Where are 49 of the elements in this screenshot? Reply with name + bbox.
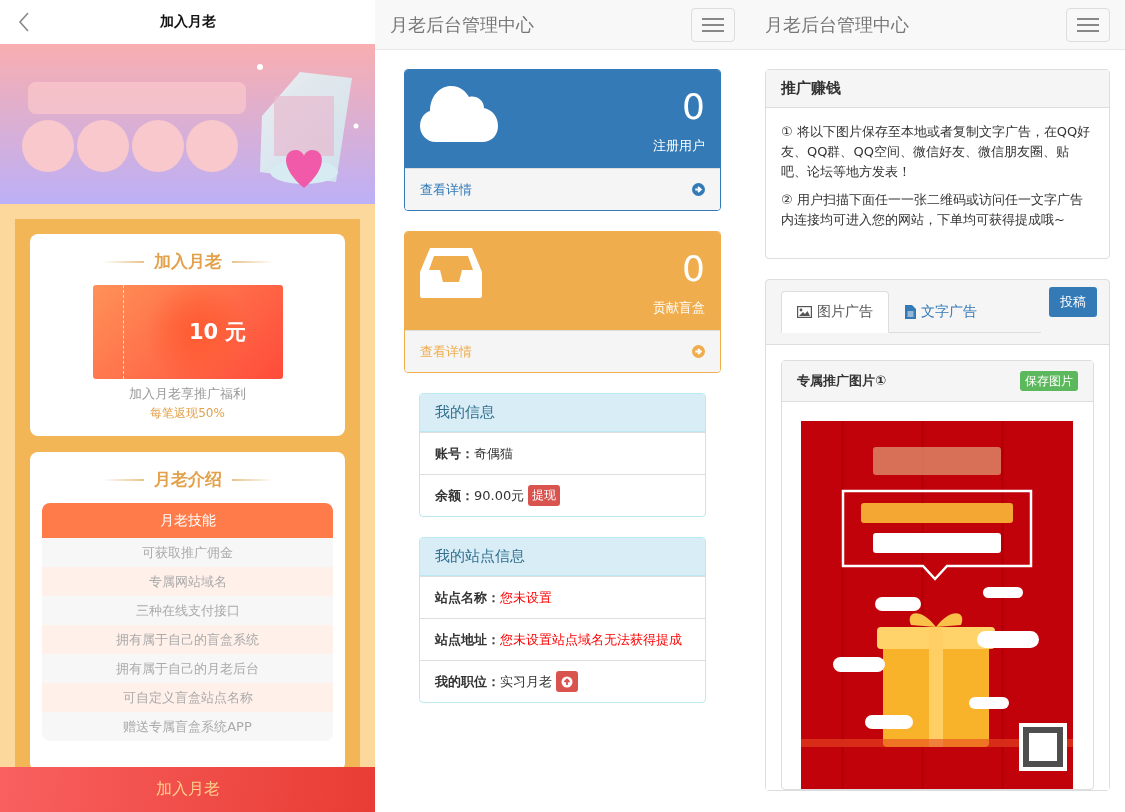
panel-title: 推广赚钱: [766, 70, 1109, 108]
table-row: 可获取推广佣金: [42, 538, 333, 567]
stat-label: 注册用户: [653, 137, 705, 155]
info-text: 站点名称：您未设置: [435, 589, 552, 607]
stat-label: 贡献盲盒: [653, 299, 705, 317]
table-row: 三种在线支付接口: [42, 596, 333, 625]
table-row: 拥有属于自己的月老后台: [42, 654, 333, 683]
panel-title: 我的信息: [420, 394, 705, 432]
join-button[interactable]: 加入月老: [0, 767, 375, 812]
info-text: 站点地址：您未设置站点域名无法获得提成: [435, 631, 682, 649]
info-text: 我的职位：实习月老: [435, 673, 552, 691]
menu-button[interactable]: [691, 7, 735, 42]
table-row: 拥有属于自己的盲盒系统: [42, 625, 333, 654]
table-row: 可自定义盲盒站点名称: [42, 683, 333, 712]
card-title: 月老介绍: [101, 468, 274, 491]
brand-title[interactable]: 月老后台管理中心: [765, 12, 909, 37]
image-icon: [797, 306, 812, 318]
inbox-icon: [420, 248, 482, 298]
arrow-right-icon[interactable]: [692, 183, 705, 196]
save-image-button[interactable]: 保存图片: [1020, 371, 1078, 391]
tab[interactable]: 图片广告: [781, 291, 889, 333]
table-row: 赠送专属盲盒系统APP: [42, 712, 333, 741]
stat-value: 0: [681, 85, 705, 129]
arrow-right-icon[interactable]: [692, 345, 705, 358]
table-row: 专属网站域名: [42, 567, 333, 596]
arrow-up-icon: [561, 675, 573, 688]
withdraw-button[interactable]: 提现: [528, 485, 561, 506]
info-text: 余额：90.00元: [435, 487, 525, 505]
table-header: 月老技能: [42, 503, 333, 538]
instruction-text: ① 将以下图片保存至本地或者复制文字广告，在QQ好友、QQ群、QQ空间、微信好友、微信朋友圈、贴吧、论坛等地方发表！: [781, 123, 1092, 181]
coupon-ticket: 10 元: [92, 285, 283, 379]
menu-button[interactable]: [1066, 7, 1110, 42]
document-icon: [905, 305, 916, 319]
coupon-caption: 加入月老享推广福利: [129, 385, 246, 403]
card-title: 加入月老: [101, 250, 274, 273]
panel-title: 专属推广图片①: [797, 372, 886, 390]
page-title: 加入月老: [159, 13, 216, 31]
instruction-text: ② 用户扫描下面任一一张二维码或访问任一文字广告内连接均可进入您的网站，下单均可获得提成哦~: [781, 191, 1084, 229]
stat-value: 0: [681, 247, 705, 291]
info-text: 账号：奇偶猫: [435, 445, 513, 463]
back-icon[interactable]: [18, 12, 30, 32]
brand-title[interactable]: 月老后台管理中心: [390, 12, 534, 37]
submit-button[interactable]: 投稿: [1049, 287, 1097, 317]
cashback-text: 每笔返现50%: [150, 405, 225, 422]
details-link[interactable]: 查看详情: [420, 180, 472, 199]
upgrade-button[interactable]: [556, 671, 578, 692]
cloud-icon: [420, 86, 498, 142]
panel-title: 我的站点信息: [420, 538, 705, 576]
tab[interactable]: 文字广告: [889, 291, 993, 333]
